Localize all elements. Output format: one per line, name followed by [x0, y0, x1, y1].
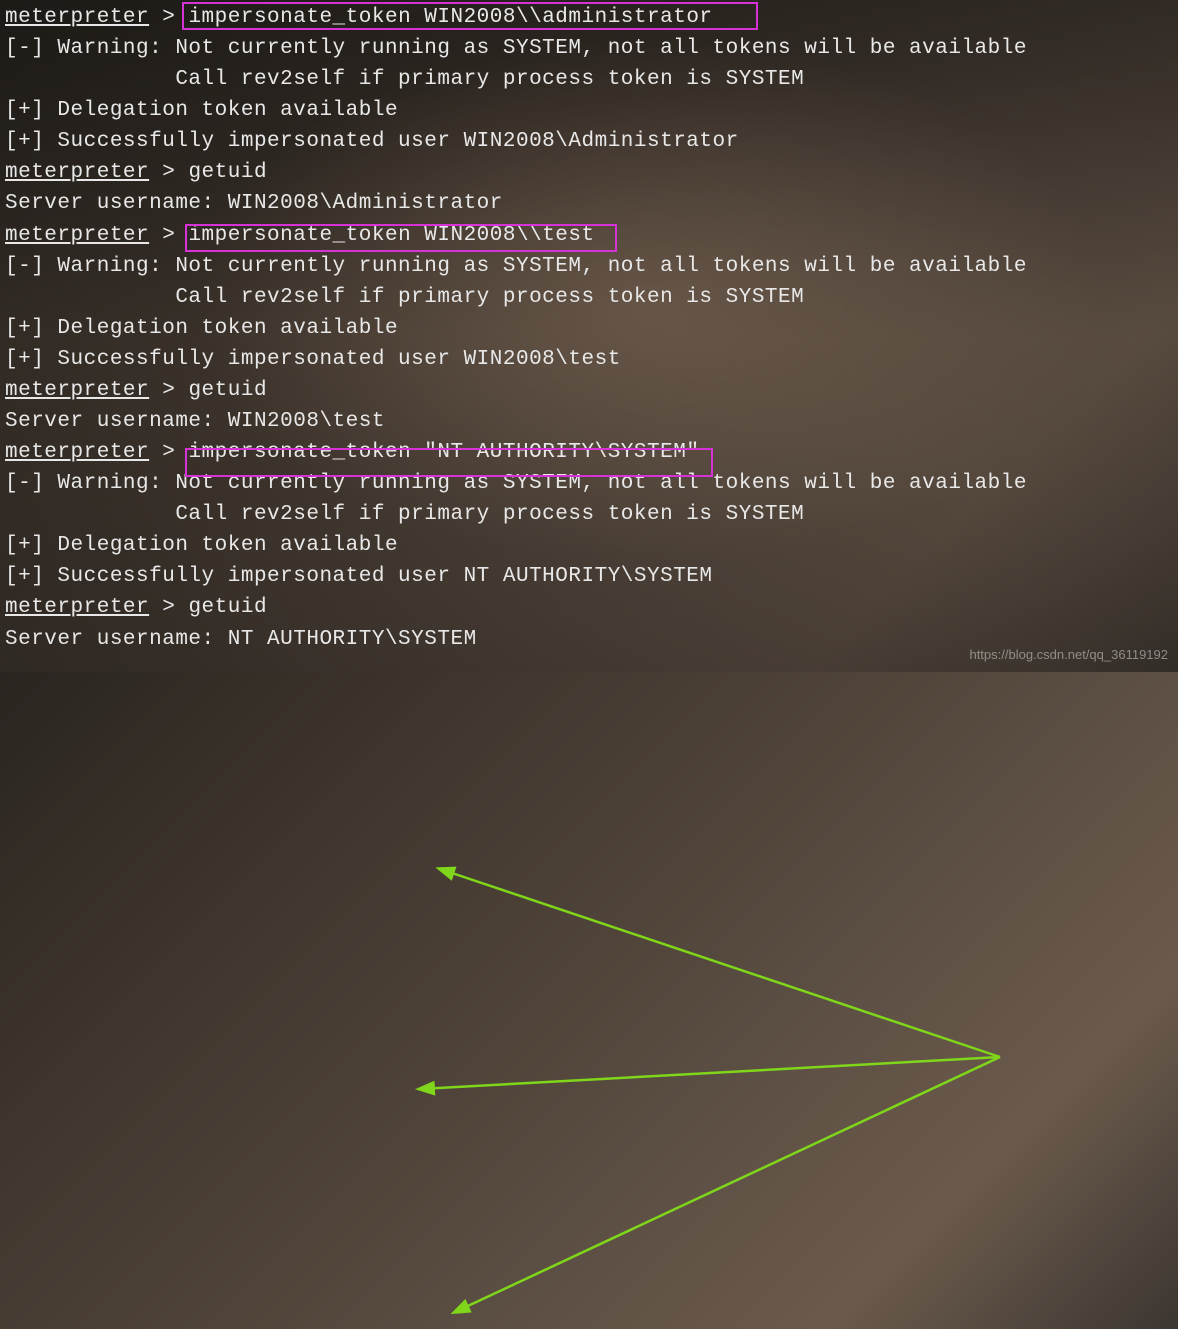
arrow-line [455, 1057, 1000, 1312]
prompt-separator: > [149, 224, 188, 247]
prompt-label: meterpreter [5, 224, 149, 247]
terminal-line: [+] Delegation token available [5, 313, 1173, 344]
terminal-line: meterpreter > getuid [5, 157, 1173, 188]
prompt-separator: > [149, 596, 188, 619]
terminal-line: [+] Successfully impersonated user WIN20… [5, 344, 1173, 375]
prompt-separator: > [149, 161, 188, 184]
highlight-box [185, 224, 617, 252]
terminal-line: Server username: WIN2008\test [5, 406, 1173, 437]
command-text: getuid [188, 379, 267, 402]
prompt-label: meterpreter [5, 596, 149, 619]
prompt-label: meterpreter [5, 441, 149, 464]
prompt-separator: > [149, 379, 188, 402]
terminal-output: meterpreter > impersonate_token WIN2008\… [0, 0, 1178, 657]
terminal-line: meterpreter > getuid [5, 592, 1173, 623]
terminal-line: [+] Delegation token available [5, 530, 1173, 561]
arrow-line [440, 869, 1000, 1057]
terminal-line: [-] Warning: Not currently running as SY… [5, 33, 1173, 64]
terminal-line: Call rev2self if primary process token i… [5, 282, 1173, 313]
annotation-arrows [0, 657, 1178, 1329]
arrow-line [420, 1057, 1000, 1089]
terminal-line: meterpreter > getuid [5, 375, 1173, 406]
terminal-line: [+] Successfully impersonated user WIN20… [5, 126, 1173, 157]
terminal-line: Call rev2self if primary process token i… [5, 64, 1173, 95]
command-text: getuid [188, 596, 267, 619]
command-text: getuid [188, 161, 267, 184]
terminal-line: Server username: WIN2008\Administrator [5, 188, 1173, 219]
highlight-box [185, 448, 713, 477]
prompt-label: meterpreter [5, 379, 149, 402]
terminal-line: Call rev2self if primary process token i… [5, 499, 1173, 530]
prompt-separator: > [149, 441, 188, 464]
watermark-text: https://blog.csdn.net/qq_36119192 [969, 645, 1168, 664]
terminal-line: [-] Warning: Not currently running as SY… [5, 251, 1173, 282]
prompt-label: meterpreter [5, 6, 149, 29]
terminal-line: [+] Successfully impersonated user NT AU… [5, 561, 1173, 592]
terminal-line: [+] Delegation token available [5, 95, 1173, 126]
prompt-label: meterpreter [5, 161, 149, 184]
highlight-box [182, 2, 758, 30]
